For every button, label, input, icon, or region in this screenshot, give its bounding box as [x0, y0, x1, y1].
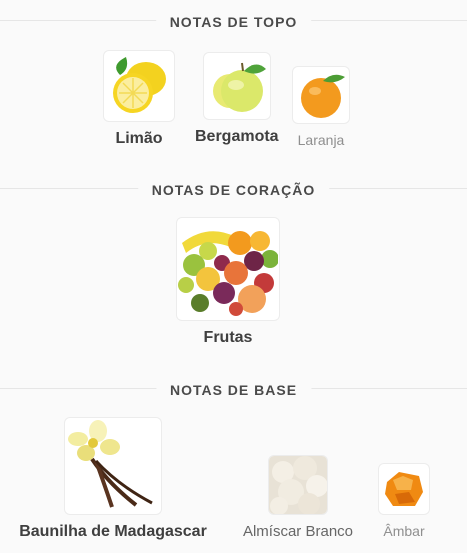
note-label-vanilla: Baunilha de Madagascar: [19, 523, 207, 540]
note-orange[interactable]: Laranja: [292, 66, 350, 148]
heart-notes-title: NOTAS DE CORAÇÃO: [137, 178, 330, 202]
fruits-icon: [178, 219, 278, 319]
vanilla-thumb: [64, 417, 162, 515]
note-fruits[interactable]: Frutas: [176, 217, 280, 347]
note-label-white-musk: Almíscar Branco: [242, 523, 354, 540]
amber-thumb: [378, 463, 430, 515]
note-lemon[interactable]: Limão: [103, 50, 175, 148]
note-label-lemon: Limão: [115, 130, 163, 147]
note-label-amber: Âmbar: [383, 523, 425, 539]
note-bergamot[interactable]: Bergamota: [195, 52, 279, 146]
note-label-fruits: Frutas: [203, 329, 253, 346]
top-notes-section: NOTAS DE TOPO Limão Bergamota Laranja: [0, 0, 467, 170]
base-notes-section: NOTAS DE BASE Baunilha de Madagascar Alm…: [0, 370, 467, 553]
note-vanilla[interactable]: Baunilha de Madagascar: [19, 417, 207, 541]
amber-icon: [385, 472, 423, 506]
note-label-orange: Laranja: [297, 132, 345, 148]
bergamot-icon: [212, 62, 266, 112]
orange-thumb: [292, 66, 350, 124]
note-label-bergamot: Bergamota: [195, 128, 279, 145]
note-white-musk[interactable]: Almíscar Branco: [232, 455, 364, 540]
fruits-thumb: [176, 217, 280, 321]
white-musk-icon: [269, 456, 327, 514]
note-amber[interactable]: Âmbar: [372, 463, 436, 539]
lemon-thumb: [103, 50, 175, 122]
orange-icon: [301, 74, 345, 118]
bergamot-thumb: [202, 52, 271, 120]
white-musk-thumb: [268, 455, 328, 515]
base-notes-title: NOTAS DE BASE: [155, 378, 312, 402]
heart-notes-section: NOTAS DE CORAÇÃO Frutas: [0, 170, 467, 370]
top-notes-title: NOTAS DE TOPO: [155, 10, 312, 34]
lemon-icon: [113, 57, 166, 113]
vanilla-icon: [68, 420, 153, 508]
